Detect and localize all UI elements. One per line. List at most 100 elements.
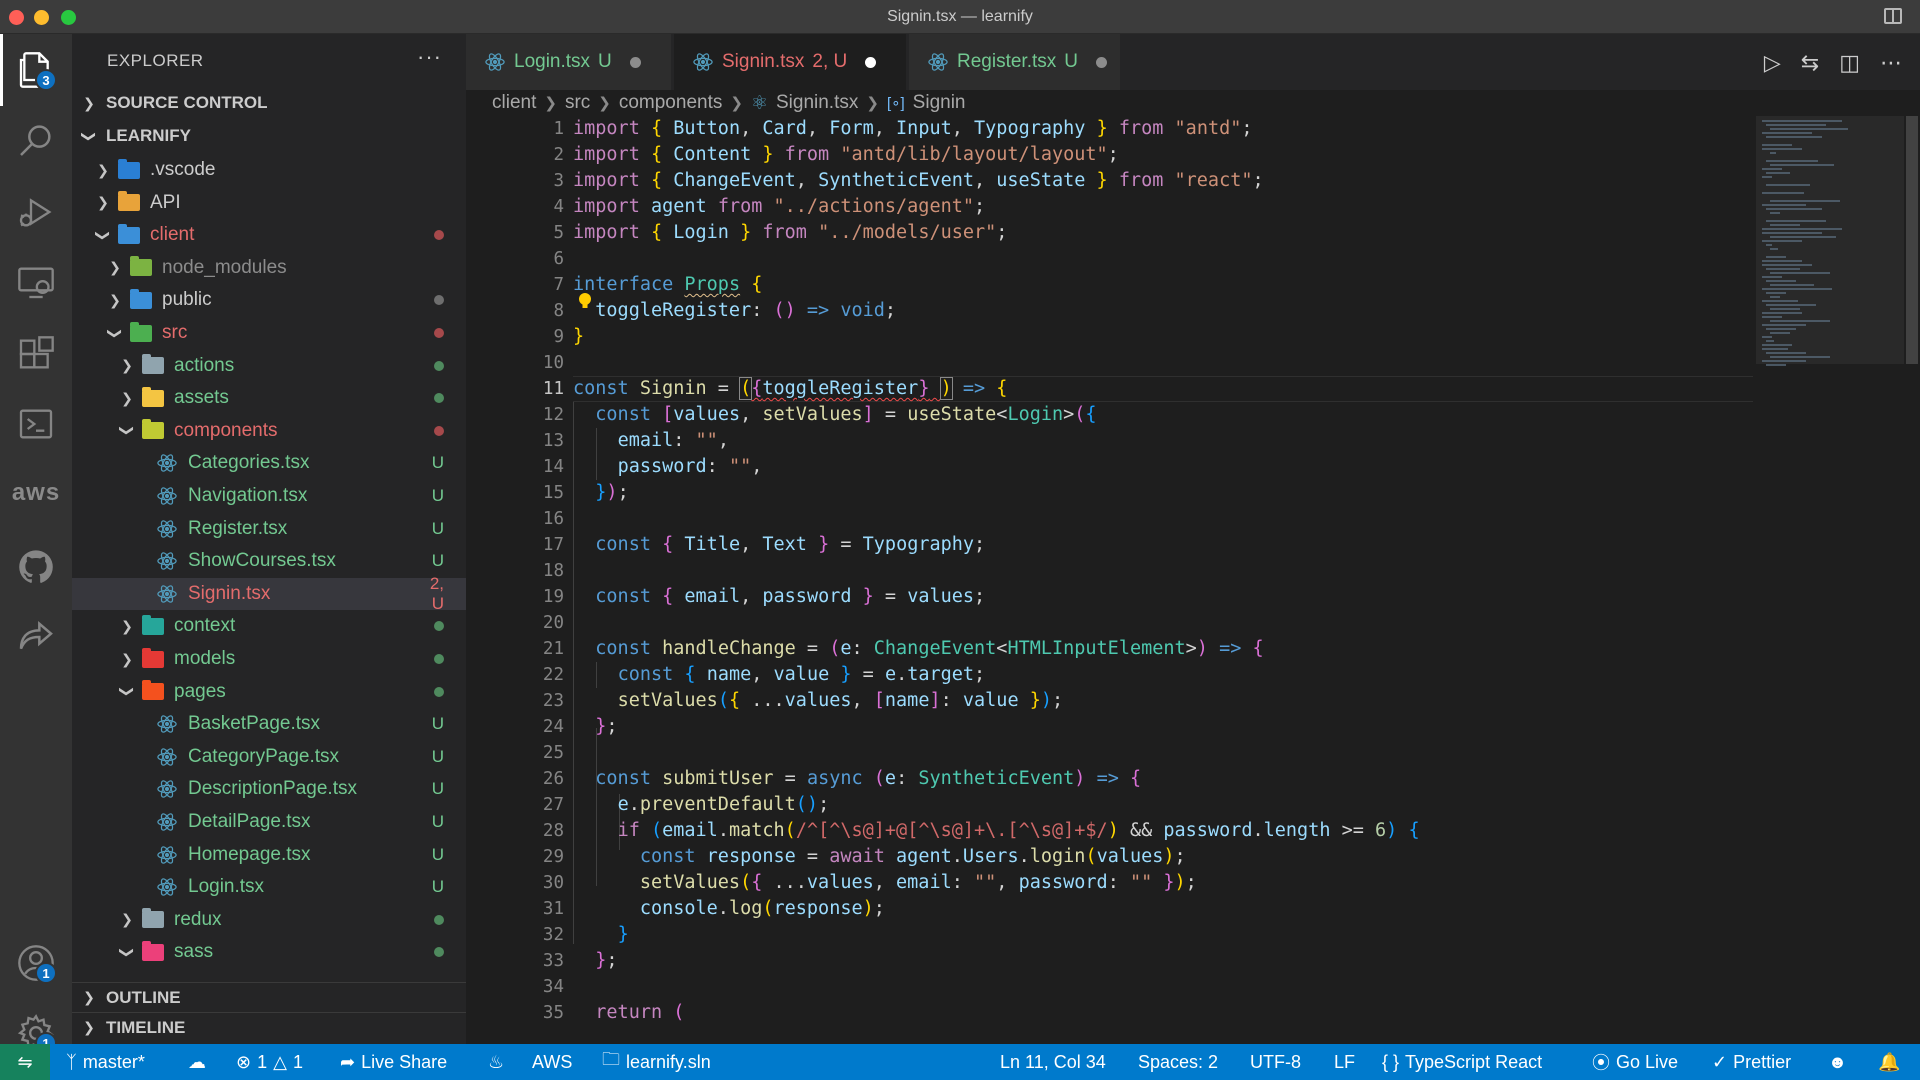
- tree-folder[interactable]: ❯ public: [72, 284, 466, 316]
- tree-file[interactable]: Navigation.tsx U: [72, 480, 466, 512]
- accounts-icon[interactable]: 1: [13, 940, 59, 986]
- solution-status[interactable]: 🗀 learnify.sln: [602, 1044, 711, 1080]
- breadcrumb: client ❯ src ❯ components ❯ ⚛ Signin.tsx…: [466, 90, 1920, 116]
- compare-changes-icon[interactable]: ⇆: [1801, 50, 1819, 76]
- remote-explorer-icon[interactable]: [13, 259, 59, 305]
- tab-label: Signin.tsx: [722, 51, 805, 72]
- customize-layout-icon[interactable]: [1884, 8, 1902, 24]
- minimap-line: [1766, 220, 1826, 222]
- scrollbar-thumb[interactable]: [1906, 116, 1918, 364]
- language-mode[interactable]: { } TypeScript React: [1382, 1044, 1542, 1080]
- indentation-status[interactable]: Spaces: 2: [1138, 1044, 1218, 1080]
- notifications-bell-icon[interactable]: 🔔: [1878, 1044, 1900, 1080]
- tree-folder[interactable]: ❯ client: [72, 219, 466, 251]
- unsaved-dot-icon[interactable]: [865, 56, 877, 68]
- sync-icon[interactable]: ☁: [188, 1044, 206, 1080]
- remote-indicator-icon[interactable]: ⇋: [0, 1044, 50, 1080]
- aws-status[interactable]: AWS: [532, 1044, 572, 1080]
- tree-file[interactable]: DetailPage.tsx U: [72, 806, 466, 838]
- live-share-status[interactable]: ➦ Live Share: [340, 1044, 447, 1080]
- tree-file[interactable]: Register.tsx U: [72, 513, 466, 545]
- more-icon[interactable]: ⋯: [1880, 50, 1902, 76]
- tree-file[interactable]: BasketPage.tsx U: [72, 708, 466, 740]
- tree-item-label: Login.tsx: [188, 876, 265, 898]
- line-number: 12: [542, 405, 564, 425]
- line-number: 23: [542, 691, 564, 711]
- tree-folder[interactable]: ❯ context: [72, 610, 466, 642]
- run-icon[interactable]: ▷: [1764, 50, 1781, 76]
- outline-section[interactable]: ❯ OUTLINE: [72, 982, 466, 1012]
- folder-icon: [116, 223, 142, 245]
- line-number: 15: [542, 483, 564, 503]
- encoding-status[interactable]: UTF-8: [1250, 1044, 1301, 1080]
- code-editor[interactable]: 1 2 3 4 5 6 7 8 9 10 11 12 13 14 15 16 17 18 19 20 21 22 23 24 2…: [466, 116, 1756, 1044]
- more-actions-button[interactable]: ···: [417, 44, 442, 70]
- minimap[interactable]: [1756, 116, 1904, 1044]
- vertical-scrollbar[interactable]: [1904, 116, 1920, 1044]
- github-icon[interactable]: [13, 544, 59, 590]
- tab-status: 2, U: [812, 51, 848, 72]
- unsaved-dot-icon[interactable]: [629, 56, 641, 68]
- tree-file[interactable]: DescriptionPage.tsx U: [72, 773, 466, 805]
- flame-icon[interactable]: ♨: [488, 1044, 504, 1080]
- tree-file[interactable]: Categories.tsx U: [72, 447, 466, 479]
- warning-icon: △: [273, 1051, 287, 1072]
- go-live-button[interactable]: ⦿ Go Live: [1592, 1044, 1678, 1080]
- source-control-section[interactable]: ❯ SOURCE CONTROL: [72, 88, 466, 118]
- problems-indicator[interactable]: ⊗ 1 △ 1: [236, 1044, 303, 1080]
- aws-icon[interactable]: aws: [12, 470, 59, 516]
- chevron-right-icon: ❯: [109, 259, 121, 276]
- tree-file[interactable]: CategoryPage.tsx U: [72, 741, 466, 773]
- project-section[interactable]: ❯ LEARNIFY: [72, 121, 466, 151]
- tree-file[interactable]: Login.tsx U: [72, 871, 466, 903]
- unsaved-dot-icon[interactable]: [1096, 56, 1107, 68]
- breadcrumb-file[interactable]: Signin.tsx: [776, 92, 858, 114]
- tree-folder[interactable]: ❯ components: [72, 415, 466, 447]
- tree-folder[interactable]: ❯ .vscode: [72, 154, 466, 186]
- run-debug-icon[interactable]: [13, 189, 59, 235]
- live-share-icon[interactable]: [13, 614, 59, 660]
- eol-status[interactable]: LF: [1334, 1044, 1355, 1080]
- editor-tab[interactable]: Login.tsx U: [466, 34, 672, 90]
- tree-file[interactable]: Homepage.tsx U: [72, 839, 466, 871]
- minimap-line: [1770, 320, 1830, 322]
- tree-folder[interactable]: ❯ redux: [72, 904, 466, 936]
- tree-folder[interactable]: ❯ actions: [72, 350, 466, 382]
- tree-file[interactable]: Signin.tsx 2, U: [72, 574, 466, 613]
- extensions-icon[interactable]: [13, 331, 59, 377]
- cursor-position[interactable]: Ln 11, Col 34: [1000, 1044, 1106, 1080]
- terminal-icon[interactable]: [13, 401, 59, 447]
- breadcrumb-symbol[interactable]: Signin: [913, 92, 966, 114]
- minimap-line: [1766, 256, 1786, 258]
- tree-folder[interactable]: ❯ src: [72, 317, 466, 349]
- minimap-line: [1770, 272, 1830, 274]
- accounts-badge: 1: [35, 962, 57, 984]
- chevron-right-icon: ❯: [121, 617, 133, 634]
- breadcrumb-item[interactable]: client: [492, 92, 536, 114]
- tree-item-label: ShowCourses.tsx: [188, 550, 336, 572]
- explorer-icon[interactable]: 3: [13, 47, 59, 93]
- breadcrumb-item[interactable]: components: [619, 92, 723, 114]
- branch-indicator[interactable]: ᛉ master*: [66, 1044, 145, 1080]
- tree-folder[interactable]: ❯ API: [72, 187, 466, 219]
- tree-folder[interactable]: ❯ models: [72, 643, 466, 675]
- timeline-section[interactable]: ❯ TIMELINE: [72, 1012, 466, 1042]
- feedback-icon[interactable]: ☻: [1828, 1044, 1847, 1080]
- broadcast-icon: ⦿: [1592, 1053, 1610, 1073]
- minimap-line: [1770, 164, 1834, 166]
- tree-folder[interactable]: ❯ node_modules: [72, 252, 466, 284]
- minimap-line: [1762, 312, 1802, 314]
- minimap-line: [1770, 224, 1800, 226]
- editor-tab[interactable]: Register.tsx U: [909, 34, 1121, 90]
- split-editor-icon[interactable]: ◫: [1839, 50, 1860, 76]
- breadcrumb-item[interactable]: src: [565, 92, 590, 114]
- prettier-status[interactable]: ✓ Prettier: [1712, 1044, 1791, 1080]
- tree-folder[interactable]: ❯ sass: [72, 936, 466, 968]
- tree-file[interactable]: ShowCourses.tsx U: [72, 545, 466, 577]
- tree-folder[interactable]: ❯ pages: [72, 676, 466, 708]
- braces-icon: { }: [1382, 1051, 1400, 1072]
- git-status-badge: U: [431, 877, 444, 897]
- editor-tab[interactable]: Signin.tsx 2, U: [674, 34, 907, 90]
- tree-folder[interactable]: ❯ assets: [72, 382, 466, 414]
- search-icon[interactable]: [13, 117, 59, 163]
